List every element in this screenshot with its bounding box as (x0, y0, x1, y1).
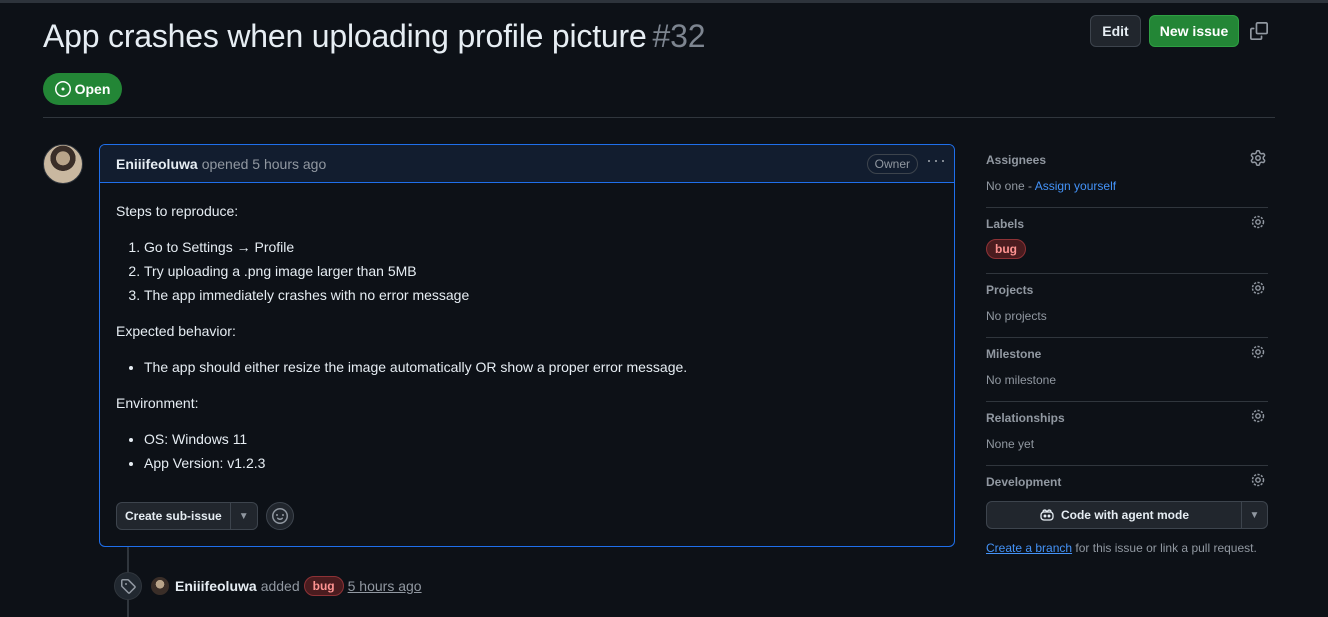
development-note: Create a branch for this issue or link a… (986, 541, 1257, 555)
comment-body: Steps to reproduce: Go to Settings → Pro… (100, 183, 954, 473)
agent-split-button: Code with agent mode ▼ (986, 501, 1268, 529)
timeline-time[interactable]: 5 hours ago (348, 578, 422, 594)
issue-comment: Eniiifeoluwa opened 5 hours ago Owner ··… (99, 144, 955, 547)
add-reaction-button[interactable] (265, 502, 294, 530)
copy-icon[interactable] (1250, 22, 1268, 40)
steps-list: Go to Settings → Profile Try uploading a… (116, 237, 938, 305)
steps-heading: Steps to reproduce: (116, 203, 239, 219)
list-item: Go to Settings → Profile (144, 237, 938, 257)
sidebar-assignees: Assignees No one - Assign yourself (986, 144, 1268, 208)
list-item: The app immediately crashes with no erro… (144, 285, 938, 305)
kebab-icon[interactable]: ··· (926, 151, 946, 173)
tag-icon (121, 579, 136, 594)
gear-icon[interactable] (1250, 280, 1266, 296)
milestone-value: No milestone (986, 373, 1057, 387)
avatar[interactable] (151, 577, 169, 595)
list-item: The app should either resize the image a… (144, 357, 938, 377)
edit-button[interactable]: Edit (1090, 15, 1141, 47)
projects-value: No projects (986, 309, 1047, 323)
comment-meta: opened 5 hours ago (201, 155, 327, 172)
comment-actions: Create sub-issue ▼ (116, 502, 294, 530)
section-title[interactable]: Projects (986, 283, 1268, 297)
timeline-author[interactable]: Eniiifeoluwa (175, 578, 257, 594)
list-item: Try uploading a .png image larger than 5… (144, 261, 938, 281)
section-title[interactable]: Assignees (986, 153, 1268, 167)
create-branch-link[interactable]: Create a branch (986, 541, 1072, 555)
owner-badge: Owner (866, 154, 918, 174)
gear-icon[interactable] (1250, 408, 1266, 424)
issue-state-badge: Open (43, 73, 122, 105)
create-sub-issue-button[interactable]: Create sub-issue (117, 503, 230, 529)
gear-icon[interactable] (1250, 214, 1266, 230)
sidebar-projects: Projects No projects (986, 274, 1268, 338)
timeline-event: Eniiifeoluwa added bug 5 hours ago (151, 576, 422, 596)
section-title[interactable]: Labels (986, 217, 1268, 231)
env-list: OS: Windows 11 App Version: v1.2.3 (116, 429, 938, 473)
code-with-agent-button[interactable]: Code with agent mode (987, 502, 1241, 528)
sidebar-milestone: Milestone No milestone (986, 338, 1268, 402)
comment-header: Eniiifeoluwa opened 5 hours ago (100, 145, 954, 183)
sidebar-relationships: Relationships None yet (986, 402, 1268, 466)
sidebar-development: Development Code with agent mode ▼ Creat… (986, 466, 1268, 569)
env-heading: Environment: (116, 395, 199, 411)
create-sub-issue-split-button: Create sub-issue ▼ (116, 502, 258, 530)
issue-number: #32 (652, 18, 706, 54)
top-border (0, 0, 1328, 3)
caret-down-icon[interactable]: ▼ (229, 503, 257, 529)
gear-icon[interactable] (1250, 344, 1266, 360)
new-issue-button[interactable]: New issue (1149, 15, 1239, 47)
timeline-event-icon (114, 572, 142, 600)
gear-icon[interactable] (1250, 472, 1266, 488)
relationships-value: None yet (986, 437, 1035, 451)
avatar[interactable] (43, 144, 83, 184)
bug-label[interactable]: bug (303, 576, 344, 596)
smiley-icon (271, 508, 288, 524)
sidebar: Assignees No one - Assign yourself Label… (986, 144, 1268, 569)
timeline-action: added (260, 578, 300, 594)
expected-heading: Expected behavior: (116, 323, 236, 339)
expected-list: The app should either resize the image a… (116, 357, 938, 377)
bug-label[interactable]: bug (986, 239, 1026, 259)
section-title[interactable]: Development (986, 475, 1268, 489)
section-title[interactable]: Milestone (986, 347, 1268, 361)
section-title[interactable]: Relationships (986, 411, 1268, 425)
issue-title: App crashes when uploading profile pictu… (43, 18, 706, 54)
issue-open-icon (54, 81, 71, 97)
list-item: OS: Windows 11 (144, 429, 938, 449)
header-divider (43, 117, 1275, 118)
copilot-icon (1040, 509, 1054, 521)
list-item: App Version: v1.2.3 (144, 453, 938, 473)
gear-icon[interactable] (1250, 150, 1266, 166)
comment-author[interactable]: Eniiifeoluwa (116, 156, 198, 172)
assignees-value: No one - Assign yourself (986, 179, 1117, 193)
sidebar-labels: Labels bug (986, 208, 1268, 274)
caret-down-icon[interactable]: ▼ (1241, 502, 1267, 528)
assign-yourself-link[interactable]: Assign yourself (1035, 179, 1116, 193)
